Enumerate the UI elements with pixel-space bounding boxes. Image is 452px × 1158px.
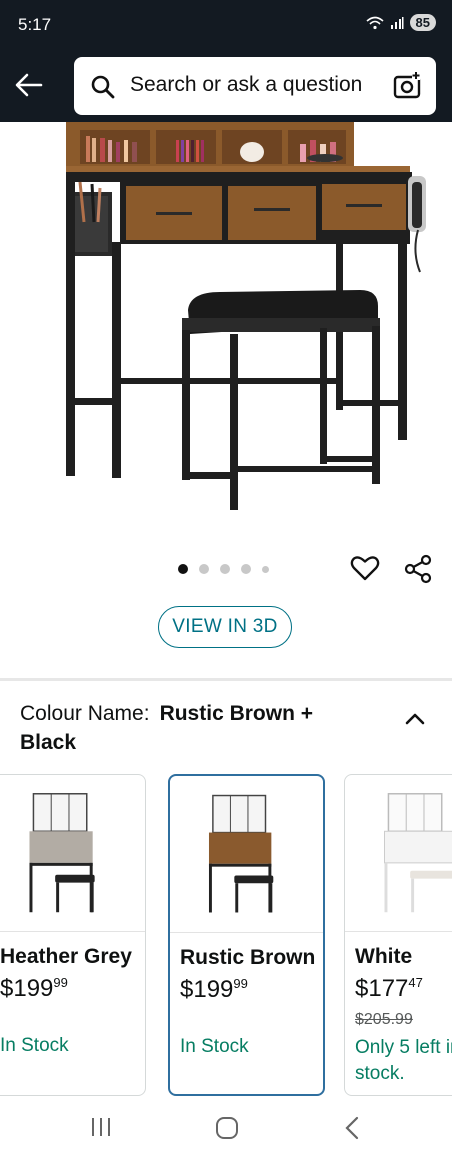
- price-dollars: $177: [355, 975, 409, 1002]
- signal-icon: [390, 16, 404, 29]
- variant-wood: [208, 832, 272, 864]
- stock-status: Only 5 left in stock.: [355, 1037, 452, 1084]
- status-icons: 85: [366, 14, 436, 31]
- variant-wood: [383, 830, 452, 864]
- price-cents: 47: [408, 975, 423, 990]
- status-time: 5:17: [18, 15, 52, 34]
- search-placeholder: Search or ask a question: [130, 73, 363, 96]
- recent-apps-icon[interactable]: [90, 1116, 112, 1138]
- carousel-dot[interactable]: [241, 564, 251, 574]
- price-dollars: $199: [0, 975, 54, 1002]
- search-input[interactable]: Search or ask a question: [74, 57, 436, 115]
- variant-card-heather-grey[interactable]: Heather Grey $19999 In Stock: [0, 774, 146, 1096]
- image-carousel-indicator[interactable]: [178, 564, 269, 574]
- price-cents: 99: [53, 975, 68, 990]
- back-arrow-icon: [15, 73, 43, 97]
- back-button[interactable]: [14, 68, 44, 102]
- carousel-dot[interactable]: [262, 565, 269, 573]
- stock-status: In Stock: [180, 1036, 249, 1057]
- share-icon[interactable]: [403, 554, 433, 584]
- view-in-3d-button[interactable]: VIEW IN 3D: [158, 606, 292, 648]
- carousel-dot[interactable]: [199, 564, 209, 574]
- status-bar: 5:17 85: [0, 0, 452, 52]
- search-icon: [91, 75, 115, 99]
- variant-price: $19999: [180, 976, 248, 1004]
- search-header: Search or ask a question: [0, 52, 452, 122]
- variant-price: $19999: [0, 975, 68, 1003]
- price-dollars: $199: [180, 976, 234, 1003]
- section-divider: [0, 678, 452, 681]
- variant-thumbnail: [345, 793, 452, 932]
- variant-card-rustic-brown[interactable]: Rustic Brown $19999 In Stock: [168, 774, 325, 1096]
- variant-name: White: [355, 945, 413, 968]
- stock-status: In Stock: [0, 1035, 69, 1056]
- variant-thumbnail: [170, 794, 323, 933]
- variant-name: Heather Grey: [0, 945, 132, 968]
- variant-price: $17747: [355, 975, 423, 1003]
- variant-card-white[interactable]: White $17747 $205.99 Only 5 left in stoc…: [344, 774, 452, 1096]
- wifi-icon: [366, 16, 384, 29]
- variant-wood: [29, 831, 93, 863]
- price-cents: 99: [233, 976, 248, 991]
- system-nav-bar: [0, 1098, 452, 1158]
- variant-carousel[interactable]: Heather Grey $19999 In Stock Rustic Brow…: [0, 774, 452, 1098]
- battery-indicator: 85: [409, 14, 436, 31]
- colour-selector-header[interactable]: Colour Name: Rustic Brown + Black: [20, 699, 370, 757]
- carousel-dot[interactable]: [220, 564, 230, 574]
- home-icon[interactable]: [215, 1116, 239, 1140]
- carousel-dot[interactable]: [178, 564, 188, 574]
- colour-label: Colour Name:: [20, 702, 150, 725]
- old-price: $205.99: [355, 1011, 413, 1028]
- chevron-up-icon[interactable]: [404, 708, 426, 728]
- back-nav-icon[interactable]: [343, 1116, 363, 1140]
- variant-name: Rustic Brown: [180, 946, 316, 969]
- vanity-desk-illustration: [66, 122, 426, 510]
- variant-thumbnail: [0, 793, 145, 932]
- heart-icon[interactable]: [350, 554, 380, 582]
- camera-search-icon[interactable]: [392, 71, 422, 101]
- product-image[interactable]: [0, 122, 452, 542]
